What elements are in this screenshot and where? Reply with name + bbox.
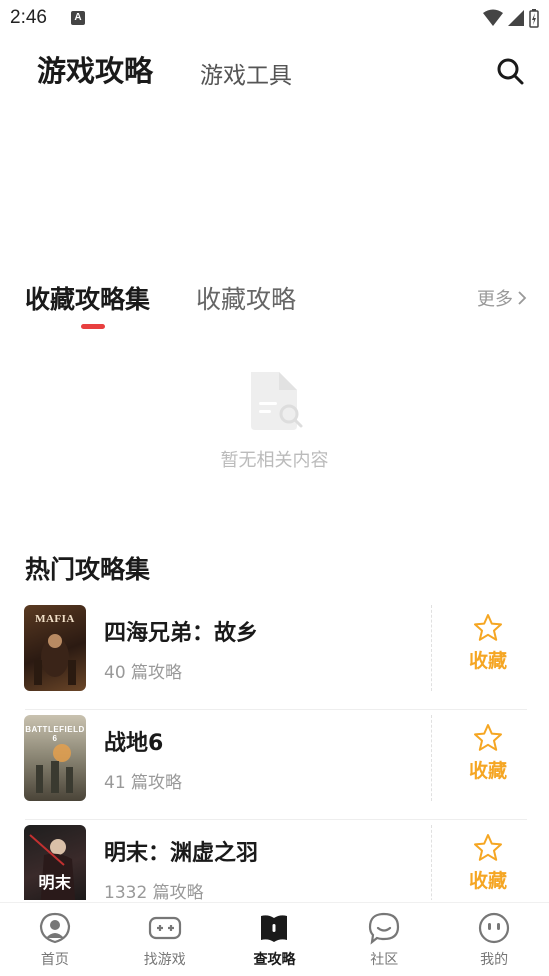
- game-cover: MAFIA: [24, 605, 86, 691]
- nav-item-find-games[interactable]: 找游戏: [110, 903, 220, 976]
- item-title: 战地6: [104, 731, 164, 756]
- star-outline-icon: [474, 834, 502, 861]
- game-cover: BATTLEFIELD 6: [24, 715, 86, 801]
- signal-icon: [508, 10, 524, 26]
- active-tab-indicator: [81, 324, 105, 329]
- home-icon: [39, 912, 70, 944]
- vertical-divider: [431, 605, 432, 691]
- list-item[interactable]: 明末 明末：渊虚之羽 1332 篇攻略 收藏: [0, 820, 549, 900]
- more-label: 更多: [477, 289, 513, 310]
- tab-favorite-collections[interactable]: 收藏攻略集: [25, 280, 150, 316]
- nav-item-community[interactable]: 社区: [329, 903, 439, 976]
- item-count: 40 篇攻略: [104, 663, 183, 683]
- search-icon[interactable]: [495, 56, 525, 86]
- tab-game-tools[interactable]: 游戏工具: [200, 56, 292, 90]
- vertical-divider: [431, 825, 432, 900]
- list-item[interactable]: MAFIA 四海兄弟：故乡 40 篇攻略 收藏: [0, 600, 549, 710]
- item-title: 四海兄弟：故乡: [104, 621, 259, 646]
- item-count: 41 篇攻略: [104, 773, 183, 793]
- status-icons: [483, 8, 539, 28]
- game-cover: 明末: [24, 825, 86, 900]
- section-title-hot: 热门攻略集: [25, 555, 151, 584]
- empty-state: 暂无相关内容: [0, 370, 549, 472]
- item-count: 1332 篇攻略: [104, 883, 204, 900]
- cover-title: 明末: [38, 875, 72, 892]
- nav-label-community: 社区: [370, 952, 399, 968]
- profile-face-icon: [478, 912, 510, 944]
- favorite-button[interactable]: 收藏: [452, 722, 524, 783]
- gamepad-icon: [148, 916, 181, 940]
- favorite-button[interactable]: 收藏: [452, 612, 524, 673]
- list-item[interactable]: BATTLEFIELD 6 战地6 41 篇攻略 收藏: [0, 710, 549, 820]
- favorite-label: 收藏: [468, 650, 507, 672]
- chevron-right-icon: [518, 291, 527, 305]
- bottom-nav: 首页 找游戏 查攻略 社区 我的: [0, 902, 549, 976]
- item-title: 明末：渊虚之羽: [104, 841, 259, 866]
- nav-label-guides: 查攻略: [253, 952, 296, 968]
- nav-item-profile[interactable]: 我的: [439, 903, 549, 976]
- nav-item-home[interactable]: 首页: [0, 903, 110, 976]
- document-search-icon: [250, 372, 302, 430]
- favorite-label: 收藏: [468, 760, 507, 782]
- more-link[interactable]: 更多: [477, 285, 527, 311]
- nav-item-guides[interactable]: 查攻略: [220, 903, 330, 976]
- nav-label-find-games: 找游戏: [143, 952, 186, 968]
- chat-bubble-icon: [369, 912, 400, 945]
- status-bar: 2:46 A: [0, 0, 549, 38]
- favorites-tabs: 收藏攻略集 收藏攻略 更多: [0, 275, 549, 335]
- notification-a-icon: A: [71, 11, 85, 25]
- wifi-icon: [483, 9, 503, 26]
- tab-game-guides[interactable]: 游戏攻略: [37, 48, 153, 90]
- status-time: 2:46: [10, 7, 47, 28]
- empty-text: 暂无相关内容: [220, 450, 329, 471]
- nav-label-profile: 我的: [480, 952, 509, 968]
- favorite-label: 收藏: [468, 870, 507, 892]
- tab-favorite-guides[interactable]: 收藏攻略: [196, 280, 296, 316]
- hot-guides-list: MAFIA 四海兄弟：故乡 40 篇攻略 收藏 BATTLEFIELD 6 战地…: [0, 600, 549, 900]
- nav-label-home: 首页: [40, 952, 69, 968]
- top-header: 游戏攻略 游戏工具: [0, 46, 549, 96]
- star-outline-icon: [474, 724, 502, 751]
- star-outline-icon: [474, 614, 502, 641]
- guide-book-icon: [261, 915, 288, 942]
- vertical-divider: [431, 715, 432, 801]
- battery-charging-icon: [529, 9, 539, 28]
- favorite-button[interactable]: 收藏: [452, 832, 524, 893]
